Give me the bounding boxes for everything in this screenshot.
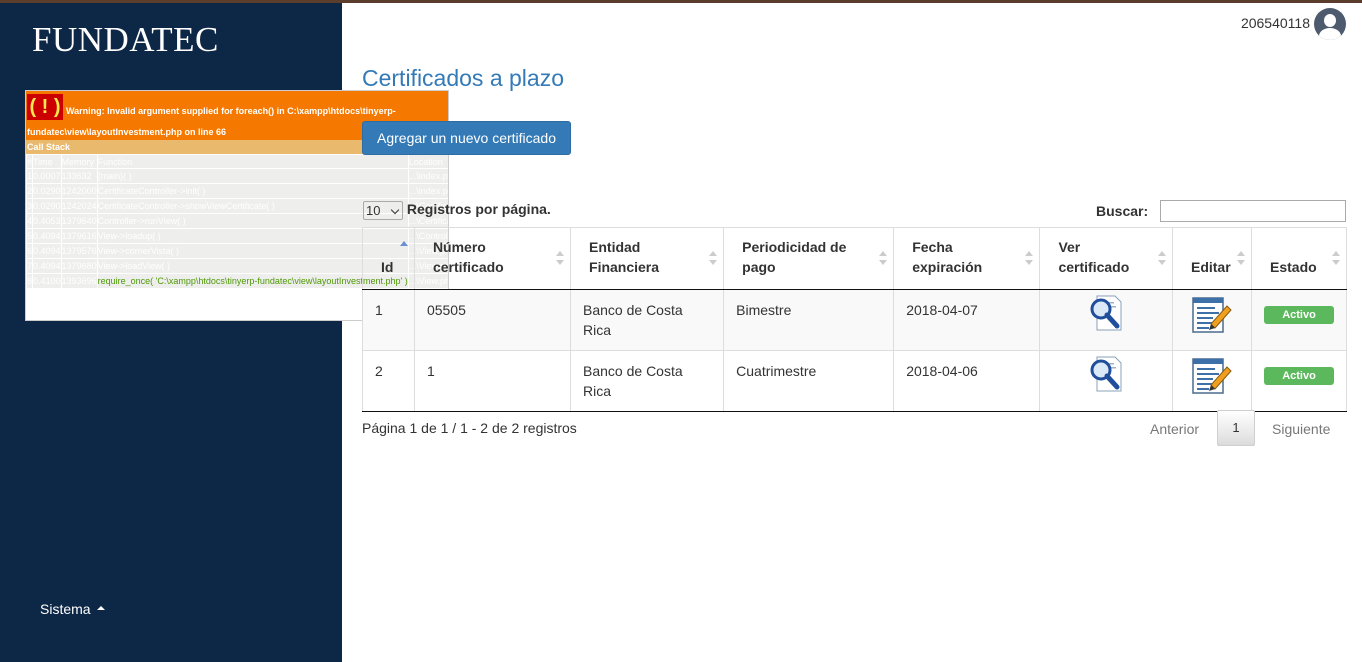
xd-col: Memory <box>60 154 98 169</box>
chevron-down-icon <box>390 205 400 215</box>
cell-entidad: Banco de Costa Rica <box>570 350 725 412</box>
xdebug-cell: 1379640 <box>60 213 98 229</box>
page-length-select[interactable]: 10 <box>363 201 403 220</box>
column-header-entidad[interactable]: Entidad Financiera <box>570 227 725 290</box>
xdebug-callstack-row: 2 0.0290 1242000 CertificateController->ini… <box>26 183 448 199</box>
xdebug-cell: 0.0290 <box>32 183 62 199</box>
cell-ver <box>1039 350 1173 412</box>
sidebar-menu-label: Sistema <box>40 601 91 617</box>
cell-editar <box>1171 289 1253 351</box>
xd-col: Time <box>32 154 62 169</box>
cell-fecha: 2018-04-07 <box>893 289 1041 351</box>
cell-id: 1 <box>362 289 415 351</box>
edit-icon[interactable] <box>1191 294 1233 339</box>
xdebug-cell: 0.4094 <box>32 258 62 274</box>
cell-entidad: Banco de Costa Rica <box>570 289 725 351</box>
page-length-control: 10 Registros por página. <box>363 201 551 220</box>
xdebug-cell: 1379680 <box>60 258 98 274</box>
xdebug-cell: 1379576 <box>60 243 98 259</box>
page-title: Certificados a plazo <box>362 65 564 91</box>
table-info: Página 1 de 1 / 1 - 2 de 2 registros <box>362 420 577 436</box>
column-header-periodicidad[interactable]: Periodicidad de pago <box>723 227 895 290</box>
column-header-ver[interactable]: Ver certificado <box>1039 227 1173 290</box>
xd-col: # <box>26 154 34 169</box>
warning-icon: ( ! ) <box>27 94 63 120</box>
sort-icon <box>709 251 718 267</box>
pagination-previous[interactable]: Anterior <box>1150 421 1199 437</box>
xdebug-cell: 0.4100 <box>32 273 62 289</box>
pagination-page-1[interactable]: 1 <box>1217 410 1255 446</box>
table-row: 2 1 Banco de Costa Rica Cuatrimestre 2018-04… <box>362 350 1347 412</box>
sort-icon <box>1237 251 1245 267</box>
xdebug-cell: 0.0007 <box>32 168 62 184</box>
column-header-label: Fecha expiración <box>912 239 983 275</box>
cell-fecha: 2018-04-06 <box>893 350 1041 412</box>
column-header-label: Id <box>381 259 394 275</box>
cell-periodicidad: Cuatrimestre <box>723 350 895 412</box>
status-badge: Activo <box>1264 306 1334 324</box>
column-header-fecha[interactable]: Fecha expiración <box>893 227 1041 290</box>
sort-asc-icon <box>399 241 408 267</box>
xdebug-cell: ...\index.php:6 <box>407 183 448 199</box>
xdebug-cell: 1242000 <box>60 183 98 199</box>
sort-icon <box>1332 251 1340 267</box>
search-label: Buscar: <box>1096 203 1149 219</box>
user-avatar-icon[interactable] <box>1314 8 1346 40</box>
edit-icon[interactable] <box>1191 355 1233 400</box>
sort-icon <box>1025 251 1034 267</box>
column-header-numero[interactable]: Número certificado <box>413 227 572 290</box>
column-header-estado[interactable]: Estado <box>1251 227 1347 290</box>
caret-up-icon <box>96 606 105 611</box>
cell-editar <box>1171 350 1253 412</box>
user-id[interactable]: 206540118 <box>1241 15 1310 31</box>
xdebug-cell: ...\index.php:0 <box>407 168 448 184</box>
xdebug-cell: 1393696 <box>60 273 98 289</box>
column-header-id[interactable]: Id <box>362 227 415 290</box>
cell-id: 2 <box>362 350 415 412</box>
sort-icon <box>879 251 888 267</box>
xdebug-cell: CertificateController->showViewCertifica… <box>96 198 409 214</box>
add-certificate-button[interactable]: Agregar un nuevo certificado <box>362 121 571 155</box>
status-badge: Activo <box>1264 367 1334 385</box>
column-header-label: Ver certificado <box>1058 239 1130 275</box>
cell-periodicidad: Bimestre <box>723 289 895 351</box>
sidebar-menu-sistema[interactable]: Sistema <box>40 601 105 617</box>
column-header-label: Número certificado <box>432 239 504 275</box>
table-row: 1 05505 Banco de Costa Rica Bimestre 2018-04… <box>362 289 1347 351</box>
cell-ver <box>1039 289 1173 351</box>
pagination-next[interactable]: Siguiente <box>1272 421 1330 437</box>
xdebug-cell: 1379616 <box>60 228 98 244</box>
search-input[interactable] <box>1160 200 1346 222</box>
xdebug-cell: CertificateController->init( ) <box>96 183 409 199</box>
column-header-editar[interactable]: Editar <box>1171 227 1253 290</box>
view-certificate-icon[interactable] <box>1087 355 1125 398</box>
sort-icon <box>1157 251 1166 267</box>
page-length-value: 10 <box>366 203 381 218</box>
xd-col: Location <box>407 154 448 169</box>
cell-numero: 05505 <box>413 289 572 351</box>
column-header-label: Periodicidad de pago <box>742 239 847 275</box>
cell-numero: 1 <box>413 350 572 412</box>
xd-col: Function <box>96 154 409 169</box>
xdebug-cell: 0.4094 <box>32 243 62 259</box>
cell-estado: Activo <box>1251 350 1347 412</box>
xdebug-message-cont: fundatec\view\layoutInvestment.php on li… <box>27 127 227 137</box>
column-header-label: Entidad Financiera <box>589 239 660 275</box>
certificates-table: Id Número certificado Entidad Financiera… <box>362 227 1347 412</box>
xdebug-message: Warning: Invalid argument supplied for f… <box>66 106 396 116</box>
xdebug-cell: 0.0290 <box>32 198 62 214</box>
xdebug-cell: 1242024 <box>60 198 98 214</box>
column-header-label: Editar <box>1190 259 1231 275</box>
xdebug-cell: 133632 <box>60 168 98 184</box>
page-length-label: Registros por página. <box>406 201 551 218</box>
view-certificate-icon[interactable] <box>1087 294 1125 337</box>
sort-icon <box>556 251 565 267</box>
column-header-label: Estado <box>1270 259 1317 275</box>
brand-logo[interactable]: FUNDATEC <box>32 20 219 60</box>
xdebug-cell: 0.4094 <box>32 228 62 244</box>
xdebug-callstack-row: 10.0007133632{main}( )...\index.php:0 <box>26 168 448 184</box>
xdebug-cell: 0.4053 <box>32 213 62 229</box>
xdebug-cell: {main}( ) <box>96 168 409 184</box>
cell-estado: Activo <box>1251 289 1347 351</box>
